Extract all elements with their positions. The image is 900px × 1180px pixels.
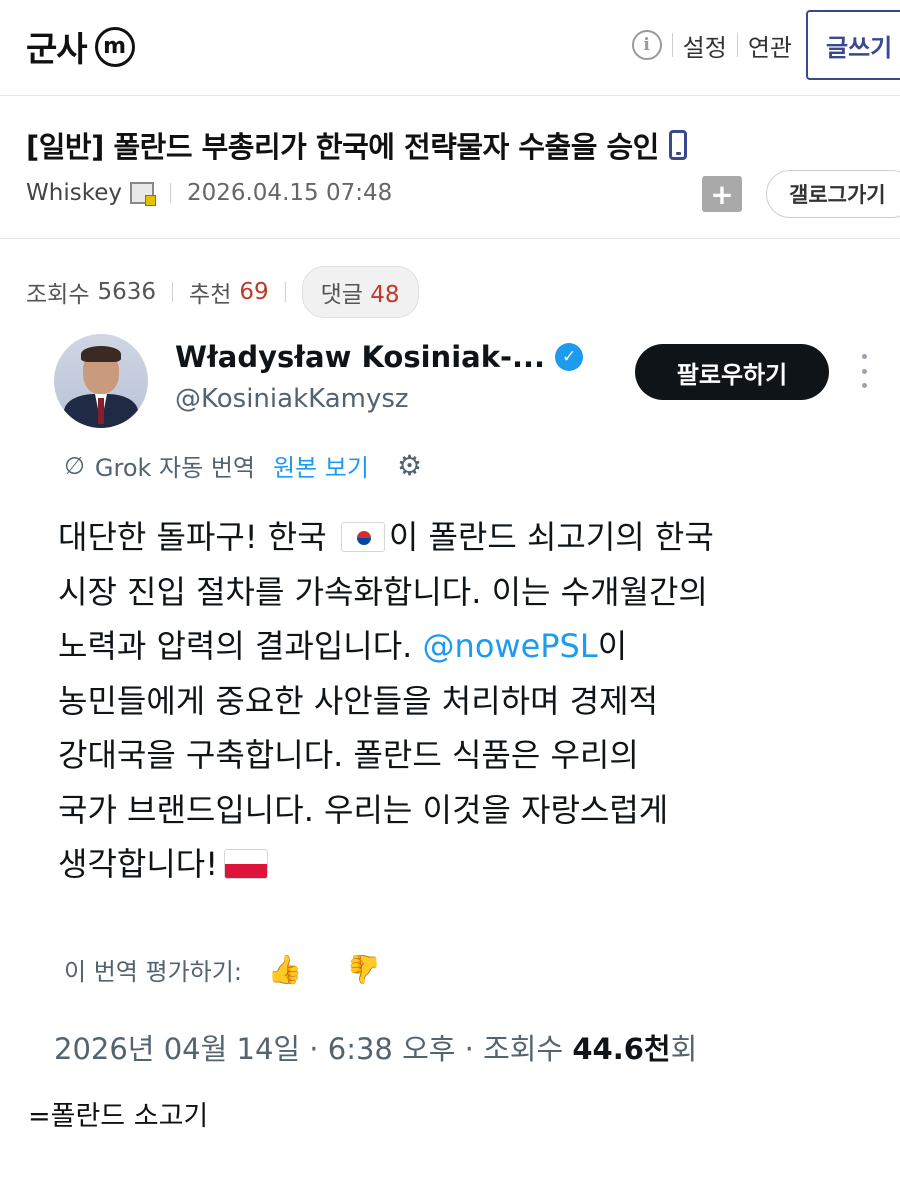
tweet-meta: 2026년 04월 14일 · 6:38 오후 · 조회수 44.6천회 (54, 1026, 697, 1068)
translation-label: Grok 자동 번역 (94, 454, 256, 482)
thumb-down-icon: 👍 (346, 953, 382, 986)
recommend-label: 추천 (189, 282, 232, 308)
minor-gallery-icon: m (94, 26, 135, 67)
tweet-line: 농민들에게 중요한 사안들을 처리하며 경제적 (58, 681, 659, 720)
post-stats: 조회수 5636 추천 69 댓글 48 (26, 266, 419, 318)
divider (169, 183, 171, 203)
tweet-view-count: 44.6천 (572, 1032, 671, 1066)
post-meta: Whiskey 2026.04.15 07:48 (26, 180, 392, 206)
gallog-button[interactable]: 갤로그가기 (766, 170, 900, 218)
post-title-text: [일반] 폴란드 부총리가 한국에 전략물자 수출을 승인 (26, 130, 659, 164)
views-count: 5636 (97, 279, 157, 305)
tweet-timestamp: 2026년 04월 14일 · 6:38 오후 · 조회수 (54, 1032, 564, 1066)
divider (172, 282, 174, 302)
post-title: [일반] 폴란드 부총리가 한국에 전략물자 수출을 승인 (26, 124, 687, 166)
divider (736, 33, 738, 57)
gallery-name[interactable]: 군사 (26, 22, 88, 71)
top-actions: i 설정 연관 글쓰기 (631, 10, 900, 80)
author-name[interactable]: Whiskey (26, 180, 122, 206)
views-label: 조회수 (26, 282, 90, 308)
follow-button: 팔로우하기 (635, 344, 829, 400)
tweet-line: 노력과 압력의 결과입니다. @nowePSL이 (58, 627, 628, 665)
comments-label: 댓글 (320, 282, 363, 308)
rate-translation: 이 번역 평가하기: 👍 👍 (64, 952, 382, 987)
avatar (54, 334, 148, 428)
comments-count: 48 (370, 282, 400, 308)
view-original-link: 원본 보기 (273, 454, 369, 482)
thumb-up-icon: 👍 (267, 953, 303, 986)
tweet-author-handle: @KosiniakKamysz (175, 384, 409, 414)
header-divider (0, 238, 900, 239)
divider (284, 282, 286, 302)
tweet-line: 시장 진입 절차를 가속화합니다. 이는 수개월간의 (58, 572, 708, 611)
post-date: 2026.04.15 07:48 (186, 180, 393, 206)
tweet-text: 대단한 돌파구! 한국 이 폴란드 쇠고기의 한국 시장 진입 절차를 가속화합… (58, 510, 858, 892)
info-icon[interactable]: i (631, 30, 662, 60)
tweet-author-name: Władysław Kosiniak-... ✓ (175, 340, 584, 374)
tweet-view-suffix: 회 (670, 1032, 698, 1066)
comments-button[interactable]: 댓글 48 (301, 266, 419, 318)
grok-icon: ∅ (64, 451, 85, 480)
tweet-line: 강대국을 구축합니다. 폴란드 식품은 우리의 (58, 736, 639, 774)
add-bookmark-button[interactable]: + (702, 176, 742, 212)
post-body-text: =폴란드 소고기 (28, 1101, 209, 1132)
divider (671, 33, 673, 57)
tweet-line: 생각합니다! (58, 837, 858, 892)
translation-bar: ∅ Grok 자동 번역 원본 보기 ⚙ (64, 448, 422, 483)
more-options-icon (860, 354, 868, 388)
member-badge-icon (129, 182, 156, 206)
tweet-line: 국가 브랜드입니다. 우리는 이것을 자랑스럽게 (58, 790, 669, 829)
rate-translation-label: 이 번역 평가하기: (64, 958, 242, 986)
poland-flag-icon (224, 849, 269, 879)
mention-link: @nowePSL (422, 627, 598, 665)
top-bar: 군사 m i 설정 연관 글쓰기 (0, 0, 900, 96)
recommend-count: 69 (239, 279, 269, 305)
south-korea-flag-icon (340, 522, 385, 552)
mobile-phone-icon (668, 130, 687, 160)
gear-icon: ⚙ (396, 449, 423, 482)
tweet-author-name-text: Władysław Kosiniak-... (175, 340, 546, 374)
gallery-brand[interactable]: 군사 m (26, 22, 135, 71)
write-button[interactable]: 글쓰기 (806, 10, 900, 80)
tweet-line: 대단한 돌파구! 한국 이 폴란드 쇠고기의 한국 (58, 518, 714, 556)
related-link[interactable]: 연관 (748, 28, 792, 63)
verified-badge-icon: ✓ (555, 343, 584, 371)
settings-link[interactable]: 설정 (683, 28, 727, 63)
